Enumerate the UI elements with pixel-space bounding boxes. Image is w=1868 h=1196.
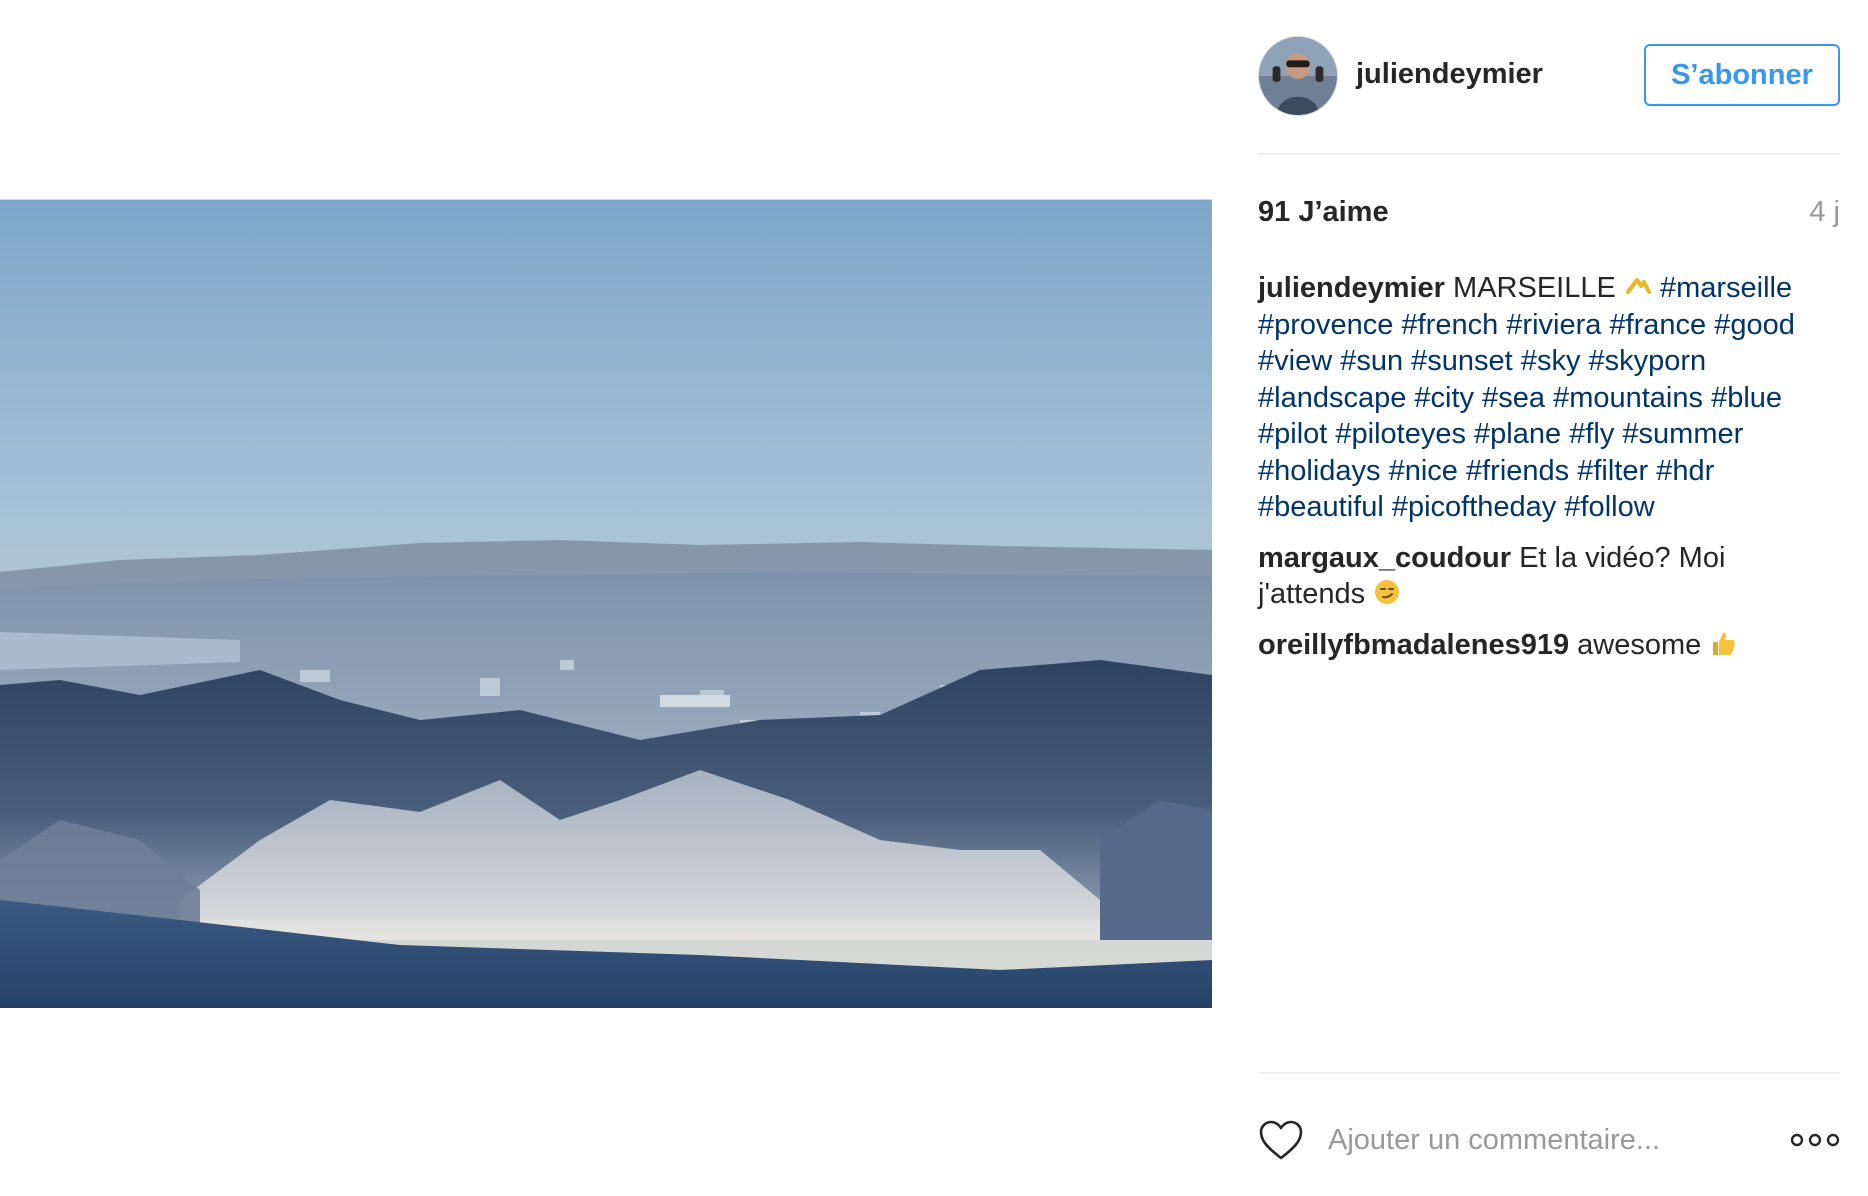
hashtag-link[interactable]: #mountains <box>1553 382 1703 414</box>
comment-author[interactable]: oreillyfbmadalenes919 <box>1258 629 1569 661</box>
divider <box>1258 153 1840 155</box>
hashtag-link[interactable]: #hdr <box>1656 455 1714 487</box>
hashtag-link[interactable]: #plane <box>1474 418 1561 450</box>
comment-item: margaux_coudour Et la vidéo? Moi j'atten… <box>1258 540 1840 613</box>
caption-author[interactable]: juliendeymier <box>1258 272 1445 304</box>
follow-button[interactable]: S’abonner <box>1644 44 1840 106</box>
hashtag-link[interactable]: #france <box>1609 309 1706 341</box>
comment-item: oreillyfbmadalenes919 awesome <box>1258 627 1840 664</box>
hashtag-link[interactable]: #sea <box>1482 382 1545 414</box>
hashtag-link[interactable]: #beautiful <box>1258 491 1384 523</box>
comments-list: juliendeymier MARSEILLE #marseille #prov… <box>1258 270 1840 677</box>
caption-text: MARSEILLE <box>1453 272 1616 304</box>
comment-bar <box>1258 1116 1840 1166</box>
hashtag-link[interactable]: #landscape <box>1258 382 1406 414</box>
profile-picture <box>1259 37 1337 115</box>
more-options-icon[interactable] <box>1790 1130 1840 1150</box>
hashtag-link[interactable]: #skyporn <box>1589 345 1707 377</box>
hashtag-link[interactable]: #blue <box>1711 382 1782 414</box>
hashtag-link[interactable]: #view <box>1258 345 1332 377</box>
hashtag-link[interactable]: #nice <box>1389 455 1458 487</box>
hashtag-link[interactable]: #provence <box>1258 309 1393 341</box>
comment-input[interactable] <box>1328 1116 1748 1164</box>
hashtag-link[interactable]: #riviera <box>1506 309 1601 341</box>
hashtag-link[interactable]: #marseille <box>1660 272 1792 304</box>
caption: juliendeymier MARSEILLE #marseille #prov… <box>1258 270 1840 526</box>
smirking-face-emoji <box>1373 578 1401 606</box>
hashtag-link[interactable]: #good <box>1714 309 1795 341</box>
hashtag-link[interactable]: #city <box>1414 382 1474 414</box>
thumbs-up-emoji <box>1709 629 1737 657</box>
hashtag-link[interactable]: #follow <box>1564 491 1654 523</box>
hashtag-link[interactable]: #filter <box>1577 455 1648 487</box>
username-link[interactable]: juliendeymier <box>1356 58 1543 91</box>
post-time[interactable]: 4 j <box>1809 196 1840 229</box>
likes-row: 91 J’aime 4 j <box>1258 196 1840 236</box>
comment-text: awesome <box>1577 628 1702 661</box>
post-header: juliendeymier S’abonner <box>1258 36 1840 116</box>
hashtag-link[interactable]: #friends <box>1466 455 1569 487</box>
hashtag-link[interactable]: #fly <box>1569 418 1614 450</box>
hashtag-link[interactable]: #sky <box>1521 345 1581 377</box>
hashtag-link[interactable]: #holidays <box>1258 455 1381 487</box>
landscape-photo <box>0 200 1212 1008</box>
post-photo[interactable] <box>0 199 1212 1008</box>
hashtag-link[interactable]: #sun <box>1340 345 1403 377</box>
caption-hashtags: #marseille #provence #french #riviera #f… <box>1258 272 1795 523</box>
hashtag-link[interactable]: #french <box>1402 309 1499 341</box>
hashtag-link[interactable]: #picoftheday <box>1392 491 1556 523</box>
hashtag-link[interactable]: #pilot <box>1258 418 1327 450</box>
yellow-chevron-emoji <box>1624 272 1652 300</box>
heart-outline-icon[interactable] <box>1258 1118 1304 1162</box>
hashtag-link[interactable]: #summer <box>1622 418 1743 450</box>
hashtag-link[interactable]: #piloteyes <box>1335 418 1466 450</box>
hashtag-link[interactable]: #sunset <box>1411 345 1513 377</box>
divider <box>1258 1072 1840 1074</box>
likes-count[interactable]: 91 J’aime <box>1258 196 1389 229</box>
comment-author[interactable]: margaux_coudour <box>1258 542 1511 574</box>
avatar[interactable] <box>1258 36 1338 116</box>
